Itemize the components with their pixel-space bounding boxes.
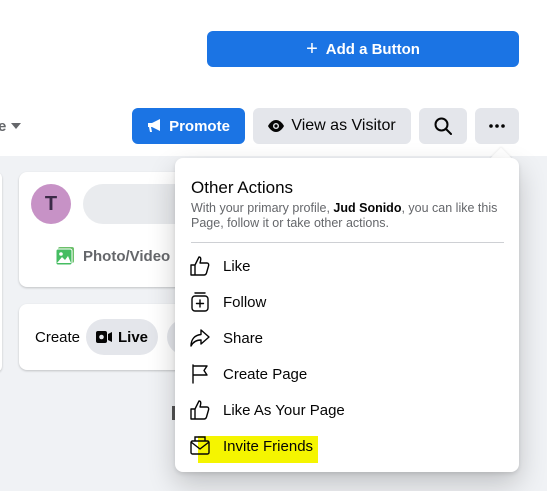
- menu-item-invite-friends[interactable]: Invite Friends: [187, 430, 507, 462]
- photo-video-label: Photo/Video: [83, 247, 171, 265]
- other-actions-menu: Other Actions With your primary profile,…: [175, 158, 519, 472]
- menu-description-prefix: With your primary profile,: [191, 201, 334, 215]
- more-dropdown-label: e: [0, 117, 7, 135]
- photo-video-button[interactable]: Photo/Video: [55, 244, 170, 268]
- search-icon: [434, 117, 452, 135]
- menu-item-like[interactable]: Like: [187, 250, 507, 282]
- menu-item-label: Share: [223, 329, 264, 347]
- menu-item-label: Follow: [223, 293, 267, 311]
- menu-item-create-page[interactable]: Create Page: [187, 358, 507, 390]
- menu-item-label: Like: [223, 257, 251, 275]
- more-dropdown[interactable]: e: [0, 114, 22, 138]
- photo-icon: [55, 247, 74, 266]
- create-label: Create: [35, 329, 81, 346]
- plus-icon: +: [306, 38, 318, 60]
- ellipsis-icon: [489, 124, 505, 128]
- thumbs-up-icon: [187, 397, 213, 423]
- add-a-button-label: Add a Button: [325, 40, 420, 58]
- thumbs-up-icon: [187, 253, 213, 279]
- menu-item-share[interactable]: Share: [187, 322, 507, 354]
- follow-icon: [187, 289, 213, 315]
- menu-title: Other Actions: [191, 178, 294, 197]
- profile-name: Jud Sonido: [333, 201, 402, 215]
- share-icon: [187, 325, 213, 351]
- menu-item-label: Create Page: [223, 365, 308, 383]
- promote-label: Promote: [169, 117, 230, 135]
- view-as-visitor-button[interactable]: View as Visitor: [253, 108, 411, 144]
- megaphone-icon: [148, 119, 161, 132]
- avatar[interactable]: T: [31, 184, 71, 224]
- menu-divider: [191, 242, 504, 243]
- menu-item-like-as-your-page[interactable]: Like As Your Page: [187, 394, 507, 426]
- left-card-edge: [0, 172, 2, 372]
- more-options-button[interactable]: [475, 108, 519, 144]
- flag-icon: [187, 361, 213, 387]
- add-a-button-button[interactable]: + Add a Button: [207, 31, 519, 67]
- menu-description: With your primary profile, Jud Sonido, y…: [191, 201, 511, 231]
- eye-icon: [268, 120, 285, 132]
- live-label: Live: [117, 328, 148, 346]
- view-as-visitor-label: View as Visitor: [291, 117, 396, 134]
- caret-down-icon: [11, 123, 22, 129]
- envelope-icon: [187, 433, 213, 459]
- search-button[interactable]: [419, 108, 467, 144]
- live-button[interactable]: Live: [86, 319, 158, 355]
- promote-button[interactable]: Promote: [132, 108, 245, 144]
- menu-item-label: Like As Your Page: [223, 401, 345, 419]
- menu-item-follow[interactable]: Follow: [187, 286, 507, 318]
- menu-item-label: Invite Friends: [223, 437, 314, 455]
- live-video-icon: [95, 331, 112, 343]
